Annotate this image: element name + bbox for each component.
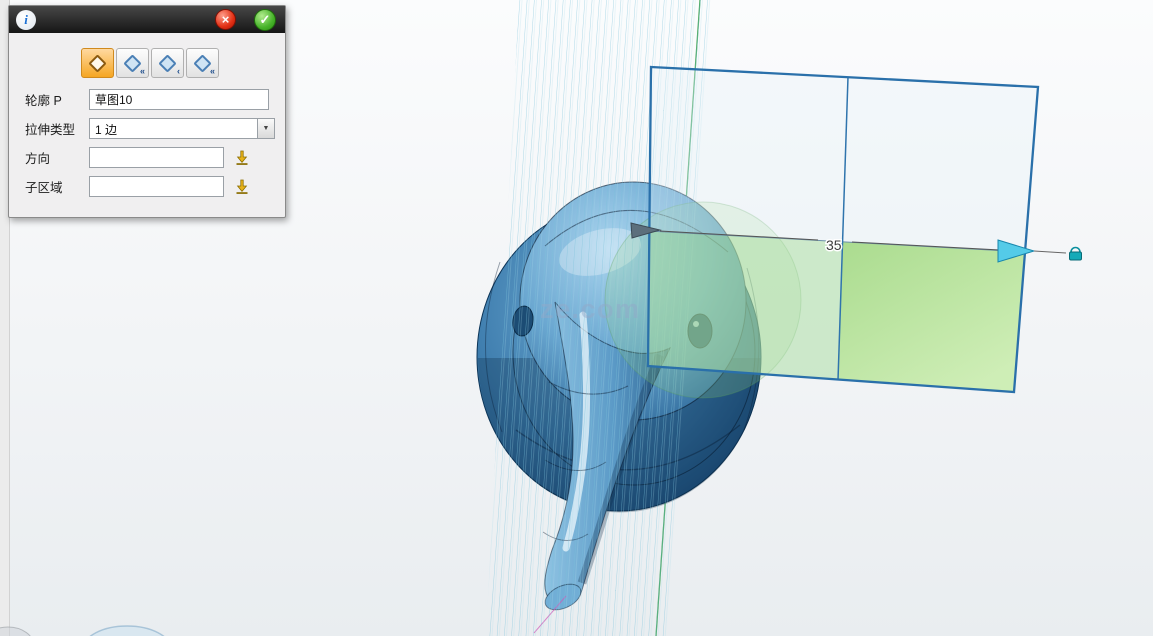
- nav-gizmo-ring[interactable]: [83, 626, 171, 636]
- mode-3-arrows: ‹: [177, 67, 180, 76]
- subregion-input[interactable]: [89, 176, 224, 197]
- extrude-mode-1-button[interactable]: [81, 48, 114, 78]
- nav-gizmo[interactable]: [0, 626, 171, 636]
- extrude-type-label: 拉伸类型: [17, 119, 89, 138]
- mode-4-arrows: «: [210, 67, 215, 76]
- profile-input[interactable]: [89, 89, 269, 110]
- diamond-icon: [193, 54, 211, 72]
- cancel-button[interactable]: ×: [215, 9, 236, 30]
- profile-label: 轮廓 P: [17, 90, 89, 109]
- extrude-preview-region[interactable]: [605, 67, 1038, 398]
- direction-label: 方向: [17, 148, 89, 167]
- extrude-mode-2-button[interactable]: «: [116, 48, 149, 78]
- dialog-body: « ‹ « 轮廓 P 拉伸类型 1 边: [9, 33, 285, 217]
- mode-2-arrows: «: [140, 67, 145, 76]
- chevron-down-icon[interactable]: ▼: [258, 118, 275, 139]
- dialog-titlebar[interactable]: i × ✓: [9, 6, 285, 33]
- cad-application: 35 ze.com i × ✓: [0, 0, 1153, 636]
- dimension-value[interactable]: 35: [826, 237, 842, 253]
- direction-input[interactable]: [89, 147, 224, 168]
- extrude-type-row: 拉伸类型 1 边 ▼: [17, 118, 275, 139]
- subregion-pick-icon[interactable]: [234, 179, 250, 195]
- extrude-type-value[interactable]: 1 边: [89, 118, 258, 139]
- direction-row: 方向: [17, 147, 275, 168]
- anchor-lock-icon[interactable]: [1070, 248, 1082, 261]
- region-lower-right[interactable]: [838, 242, 1025, 392]
- diamond-icon: [123, 54, 141, 72]
- extension-line: [1034, 251, 1066, 253]
- extrude-mode-3-button[interactable]: ‹: [151, 48, 184, 78]
- extrude-mode-toolbar: « ‹ «: [81, 48, 275, 78]
- diamond-icon: [158, 54, 176, 72]
- region-lower-left[interactable]: [648, 231, 843, 380]
- ok-button[interactable]: ✓: [254, 9, 276, 31]
- profile-row: 轮廓 P: [17, 89, 275, 110]
- extrude-dialog: i × ✓ « ‹ «: [8, 5, 286, 218]
- watermark: ze.com: [540, 294, 641, 324]
- extrude-type-select[interactable]: 1 边 ▼: [89, 118, 275, 139]
- nav-gizmo-corner[interactable]: [0, 627, 34, 636]
- diamond-icon: [88, 54, 106, 72]
- subregion-row: 子区域: [17, 176, 275, 197]
- subregion-label: 子区域: [17, 177, 89, 196]
- direction-pick-icon[interactable]: [234, 150, 250, 166]
- extrude-mode-4-button[interactable]: «: [186, 48, 219, 78]
- info-icon[interactable]: i: [16, 10, 36, 30]
